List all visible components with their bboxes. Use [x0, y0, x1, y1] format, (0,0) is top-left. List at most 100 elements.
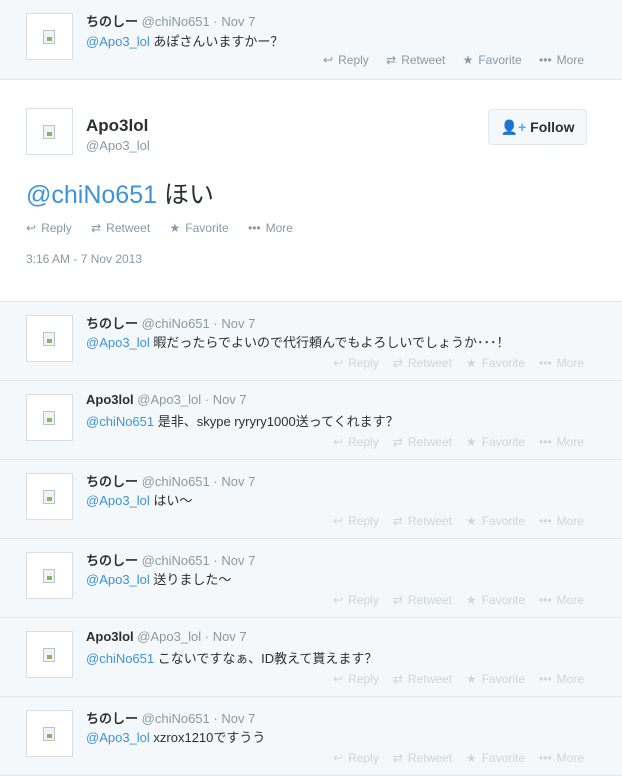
tweet-time[interactable]: Nov 7 — [213, 629, 247, 644]
mention-link[interactable]: @Apo3_lol — [86, 335, 150, 350]
retweet-button[interactable]: ⇄ Retweet — [393, 514, 452, 528]
user-name[interactable]: ちのしー — [86, 474, 138, 489]
retweet-icon: ⇄ — [392, 435, 403, 449]
screen-name[interactable]: @chiNo651 — [142, 316, 210, 331]
screen-name[interactable]: @Apo3_lol — [86, 138, 150, 153]
favorite-button[interactable]: ★ Favorite — [466, 514, 525, 528]
avatar[interactable] — [26, 631, 73, 678]
tweet-actions: ↩ Reply ⇄ Retweet ★ Favorite ••• More — [319, 593, 584, 607]
mention-link[interactable]: @Apo3_lol — [86, 34, 150, 49]
reply-button[interactable]: ↩ Reply — [333, 356, 379, 370]
reply-button[interactable]: ↩ Reply — [333, 751, 379, 765]
favorite-button[interactable]: ★ Favorite — [466, 356, 525, 370]
add-user-icon: 👤+ — [500, 119, 527, 135]
mention-link[interactable]: @chiNo651 — [86, 651, 154, 666]
tweet-body: 是非、skype ryryry1000送ってくれます？ — [154, 414, 399, 429]
tweet-time[interactable]: Nov 7 — [221, 553, 255, 568]
screen-name[interactable]: @chiNo651 — [142, 711, 210, 726]
reply-tweet[interactable]: Apo3lol @Apo3_lol · Nov 7 @chiNo651 こないです… — [0, 618, 622, 697]
mention-link[interactable]: @chiNo651 — [86, 414, 154, 429]
favorite-button[interactable]: ★ Favorite — [170, 221, 229, 235]
more-button[interactable]: ••• More — [539, 53, 584, 67]
more-button[interactable]: ••• More — [539, 751, 584, 765]
favorite-button[interactable]: ★ Favorite — [466, 672, 525, 686]
tweet-time[interactable]: Nov 7 — [221, 711, 255, 726]
tweet-actions: ↩ Reply ⇄ Retweet ★ Favorite ••• More — [319, 435, 584, 449]
retweet-button[interactable]: ⇄ Retweet — [393, 672, 452, 686]
avatar[interactable] — [26, 394, 73, 441]
tweet-body: ほい — [157, 181, 214, 209]
favorite-button[interactable]: ★ Favorite — [466, 751, 525, 765]
avatar[interactable] — [26, 552, 73, 599]
tweet-top[interactable]: ちのしー @chiNo651 · Nov 7 @Apo3_lol あぽさんいます… — [0, 0, 622, 80]
mention-link[interactable]: @Apo3_lol — [86, 493, 150, 508]
retweet-button[interactable]: ⇄ Retweet — [393, 751, 452, 765]
more-button[interactable]: ••• More — [539, 356, 584, 370]
mention-link[interactable]: @Apo3_lol — [86, 572, 150, 587]
tweet-time[interactable]: Nov 7 — [221, 316, 255, 331]
tweet-body: こないですなぁ、ID教えて貰えます？ — [154, 651, 378, 666]
favorite-button[interactable]: ★ Favorite — [466, 435, 525, 449]
tweet-text: @chiNo651 是非、skype ryryry1000送ってくれます？ — [86, 411, 399, 430]
reply-button[interactable]: ↩ Reply — [333, 514, 379, 528]
tweet-actions: ↩ Reply ⇄ Retweet ★ Favorite ••• More — [319, 356, 584, 370]
tweet-actions: ↩ Reply ⇄ Retweet ★ Favorite ••• More — [319, 514, 584, 528]
tweet-time[interactable]: Nov 7 — [213, 392, 247, 407]
retweet-icon: ⇄ — [91, 221, 102, 235]
user-name[interactable]: ちのしー — [86, 553, 138, 568]
reply-tweet[interactable]: ちのしー @chiNo651 · Nov 7 @Apo3_lol はい～ ↩ Repl… — [0, 460, 622, 539]
user-name[interactable]: Apo3lol — [86, 116, 148, 136]
follow-button[interactable]: 👤+ Follow — [488, 109, 587, 145]
tweet-time[interactable]: Nov 7 — [221, 474, 255, 489]
screen-name[interactable]: @chiNo651 — [142, 14, 210, 29]
more-button[interactable]: ••• More — [539, 672, 584, 686]
avatar[interactable] — [26, 710, 73, 757]
mention-link[interactable]: @chiNo651 — [26, 181, 157, 209]
retweet-button[interactable]: ⇄ Retweet — [386, 53, 445, 67]
tweet-timestamp[interactable]: 3:16 AM - 7 Nov 2013 — [26, 252, 142, 266]
avatar[interactable] — [26, 13, 73, 60]
user-name[interactable]: ちのしー — [86, 711, 138, 726]
reply-tweet[interactable]: ちのしー @chiNo651 · Nov 7 @Apo3_lol 暇だったらでよい… — [0, 302, 622, 381]
reply-button[interactable]: ↩ Reply — [26, 221, 72, 235]
retweet-button[interactable]: ⇄ Retweet — [393, 593, 452, 607]
reply-button[interactable]: ↩ Reply — [333, 672, 379, 686]
retweet-button[interactable]: ⇄ Retweet — [393, 435, 452, 449]
reply-tweet[interactable]: Apo3lol @Apo3_lol · Nov 7 @chiNo651 是非、sk… — [0, 381, 622, 460]
reply-tweet[interactable]: ちのしー @chiNo651 · Nov 7 @Apo3_lol 送りました～ ↩ R… — [0, 539, 622, 618]
more-button[interactable]: ••• More — [539, 435, 584, 449]
user-name[interactable]: Apo3lol — [86, 392, 134, 407]
screen-name[interactable]: @chiNo651 — [142, 474, 210, 489]
broken-image-icon — [43, 411, 55, 425]
tweet-time[interactable]: Nov 7 — [221, 14, 255, 29]
screen-name[interactable]: @Apo3_lol — [137, 629, 201, 644]
screen-name[interactable]: @chiNo651 — [142, 553, 210, 568]
more-icon: ••• — [539, 435, 552, 449]
retweet-button[interactable]: ⇄ Retweet — [393, 356, 452, 370]
user-name[interactable]: ちのしー — [86, 14, 138, 29]
retweet-icon: ⇄ — [392, 751, 403, 765]
favorite-button[interactable]: ★ Favorite — [463, 53, 522, 67]
user-name[interactable]: ちのしー — [86, 316, 138, 331]
more-button[interactable]: ••• More — [539, 593, 584, 607]
more-button[interactable]: ••• More — [539, 514, 584, 528]
avatar[interactable] — [26, 315, 73, 362]
user-name[interactable]: Apo3lol — [86, 629, 134, 644]
reply-icon: ↩ — [323, 53, 334, 67]
star-icon: ★ — [465, 435, 477, 449]
avatar[interactable] — [26, 473, 73, 520]
reply-button[interactable]: ↩ Reply — [333, 593, 379, 607]
separator: · — [213, 474, 218, 489]
screen-name[interactable]: @Apo3_lol — [137, 392, 201, 407]
retweet-button[interactable]: ⇄ Retweet — [91, 221, 150, 235]
broken-image-icon — [43, 569, 55, 583]
more-button[interactable]: ••• More — [248, 221, 293, 235]
avatar[interactable] — [26, 108, 73, 155]
reply-icon: ↩ — [333, 593, 344, 607]
reply-tweet[interactable]: ちのしー @chiNo651 · Nov 7 @Apo3_lol xzrox121… — [0, 697, 622, 776]
reply-button[interactable]: ↩ Reply — [333, 435, 379, 449]
broken-image-icon — [43, 332, 55, 346]
favorite-button[interactable]: ★ Favorite — [466, 593, 525, 607]
mention-link[interactable]: @Apo3_lol — [86, 730, 150, 745]
reply-button[interactable]: ↩ Reply — [323, 53, 369, 67]
